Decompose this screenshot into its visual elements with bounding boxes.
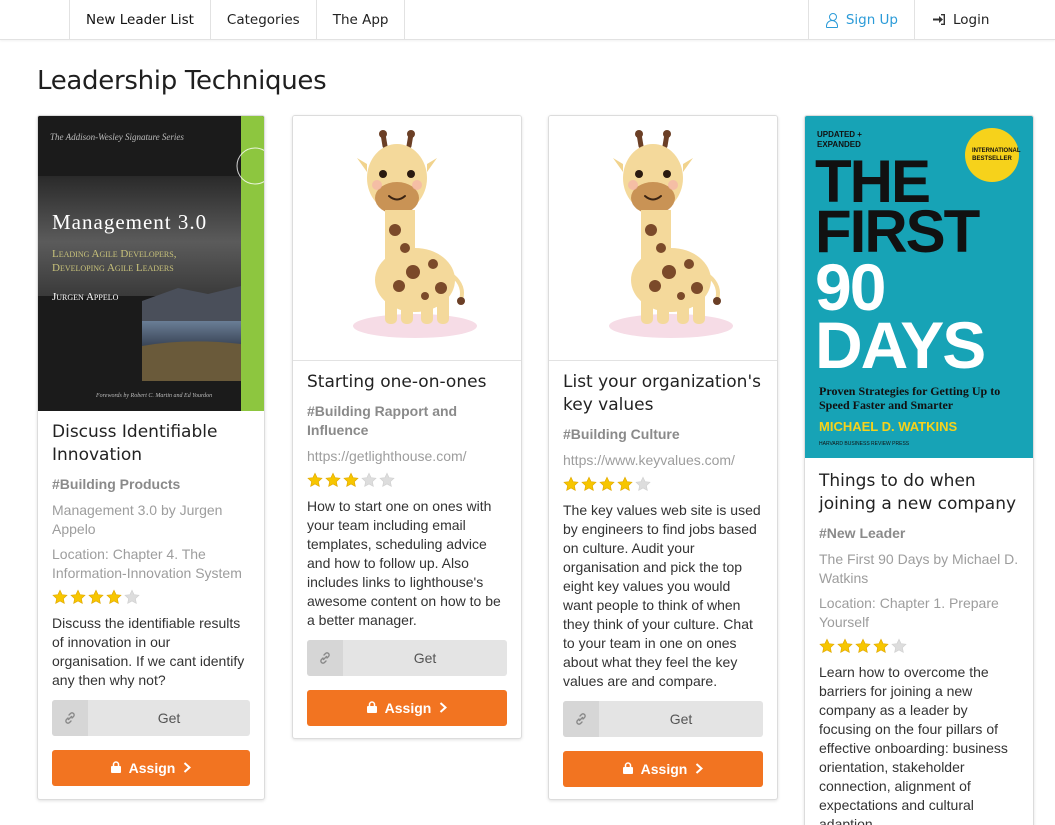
cover-publisher: HARVARD BUSINESS REVIEW PRESS	[819, 441, 910, 447]
card-description: How to start one on ones with your team …	[307, 498, 501, 628]
get-button[interactable]: Get	[52, 700, 250, 736]
star-filled-icon	[819, 638, 835, 654]
assign-label: Assign	[384, 700, 432, 716]
star-filled-icon	[307, 472, 323, 488]
get-label: Get	[413, 650, 437, 666]
nav-the-app[interactable]: The App	[317, 0, 406, 39]
chevron-right-icon	[183, 760, 192, 776]
star-filled-icon	[581, 476, 597, 492]
assign-label: Assign	[128, 760, 176, 776]
assign-button[interactable]: Assign	[52, 750, 250, 786]
book-cover-management-3-0: The Addison-Wesley Signature Series Mana…	[38, 116, 264, 411]
cover-author: MICHAEL D. WATKINS	[819, 419, 958, 434]
card-description: The key values web site is used by engin…	[563, 502, 761, 689]
chevron-right-icon	[695, 761, 704, 777]
cover-seal-text: INTERNATIONAL BESTSELLER	[972, 148, 1021, 162]
get-button[interactable]: Get	[307, 640, 507, 676]
chevron-right-icon	[439, 700, 448, 716]
star-filled-icon	[855, 638, 871, 654]
star-filled-icon	[106, 589, 122, 605]
get-label: Get	[669, 711, 693, 727]
giraffe-illustration	[609, 130, 733, 338]
card-title: Things to do when joining a new company	[819, 471, 1017, 514]
link-icon	[307, 640, 343, 676]
link-icon	[52, 700, 88, 736]
card-list-key-values[interactable]: List your organization's key values #Bui…	[548, 115, 778, 800]
giraffe-placeholder-image	[549, 116, 777, 361]
card-tag[interactable]: #Building Products	[52, 475, 250, 494]
star-filled-icon	[343, 472, 359, 488]
lock-icon	[366, 700, 377, 716]
card-location: Location: Chapter 1. Prepare Yourself	[819, 595, 999, 630]
link-icon	[563, 701, 599, 737]
card-title: List your organization's key values	[563, 372, 761, 415]
giraffe-illustration	[353, 130, 477, 338]
user-icon	[825, 13, 838, 28]
assign-button[interactable]: Assign	[563, 751, 763, 787]
cover-subtitle: Proven Strategies for Getting Up to Spee…	[819, 384, 1001, 412]
rating-stars	[52, 589, 250, 607]
star-filled-icon	[88, 589, 104, 605]
signup-link[interactable]: Sign Up	[809, 0, 915, 39]
star-empty-icon	[124, 589, 140, 605]
star-filled-icon	[70, 589, 86, 605]
get-label: Get	[157, 710, 181, 726]
star-empty-icon	[361, 472, 377, 488]
cover-seal: INTERNATIONAL BESTSELLER	[965, 128, 1021, 182]
card-title: Starting one-on-ones	[307, 372, 487, 392]
lock-icon	[622, 761, 633, 777]
cover-subtitle-line2: Developing Agile Leaders	[52, 262, 174, 274]
lock-icon	[110, 760, 121, 776]
cover-badge: UPDATED + EXPANDED	[817, 130, 862, 149]
star-filled-icon	[599, 476, 615, 492]
rating-stars	[307, 472, 507, 490]
signup-label: Sign Up	[845, 11, 898, 28]
star-filled-icon	[617, 476, 633, 492]
card-url[interactable]: https://getlighthouse.com/	[307, 447, 507, 466]
assign-button[interactable]: Assign	[307, 690, 507, 726]
cover-title: Management 3.0	[52, 210, 208, 234]
login-label: Login	[953, 11, 990, 28]
giraffe-placeholder-image	[293, 116, 521, 361]
cover-author: Jurgen Appelo	[52, 291, 119, 303]
star-empty-icon	[891, 638, 907, 654]
nav-categories[interactable]: Categories	[211, 0, 317, 39]
top-navbar: New Leader List Categories The App Sign …	[0, 0, 1055, 40]
star-filled-icon	[325, 472, 341, 488]
assign-label: Assign	[640, 761, 688, 777]
card-location: Location: Chapter 4. The Information-Inn…	[52, 546, 242, 581]
card-description: Learn how to overcome the barriers for j…	[819, 664, 1008, 825]
star-empty-icon	[635, 476, 651, 492]
nav-auth: Sign Up Login	[807, 0, 1055, 39]
star-filled-icon	[563, 476, 579, 492]
card-title: Discuss Identifiable Innovation	[52, 422, 218, 465]
card-tag[interactable]: #New Leader	[819, 524, 1019, 543]
star-filled-icon	[873, 638, 889, 654]
get-button[interactable]: Get	[563, 701, 763, 737]
page-title: Leadership Techniques	[37, 66, 327, 96]
card-discuss-identifiable-innovation[interactable]: The Addison-Wesley Signature Series Mana…	[37, 115, 265, 800]
cover-foreword: Forewords by Robert C. Martin and Ed You…	[96, 393, 213, 399]
card-joining-new-company[interactable]: UPDATED + EXPANDED INTERNATIONAL BESTSEL…	[804, 115, 1034, 825]
card-source: The First 90 Days by Michael D. Watkins	[819, 551, 1019, 586]
star-filled-icon	[52, 589, 68, 605]
star-filled-icon	[837, 638, 853, 654]
sign-in-icon	[933, 13, 945, 26]
star-empty-icon	[379, 472, 395, 488]
card-starting-one-on-ones[interactable]: Starting one-on-ones #Building Rapport a…	[292, 115, 522, 739]
card-tag[interactable]: #Building Culture	[563, 425, 763, 444]
cover-series: The Addison-Wesley Signature Series	[50, 132, 184, 142]
nav-links: New Leader List Categories The App	[69, 0, 406, 39]
login-link[interactable]: Login	[915, 0, 1055, 39]
book-cover-first-90-days: UPDATED + EXPANDED INTERNATIONAL BESTSEL…	[805, 116, 1033, 458]
rating-stars	[819, 638, 1019, 656]
cover-line4: DAYS	[815, 308, 986, 382]
rating-stars	[563, 476, 763, 494]
card-url[interactable]: https://www.keyvalues.com/	[563, 451, 763, 470]
nav-new-leader-list[interactable]: New Leader List	[70, 0, 211, 39]
cover-subtitle-line1: Leading Agile Developers,	[52, 248, 177, 260]
card-description: Discuss the identifiable results of inno…	[52, 615, 245, 688]
card-source: Management 3.0 by Jurgen Appelo	[52, 502, 223, 537]
card-tag[interactable]: #Building Rapport and Influence	[307, 402, 507, 440]
